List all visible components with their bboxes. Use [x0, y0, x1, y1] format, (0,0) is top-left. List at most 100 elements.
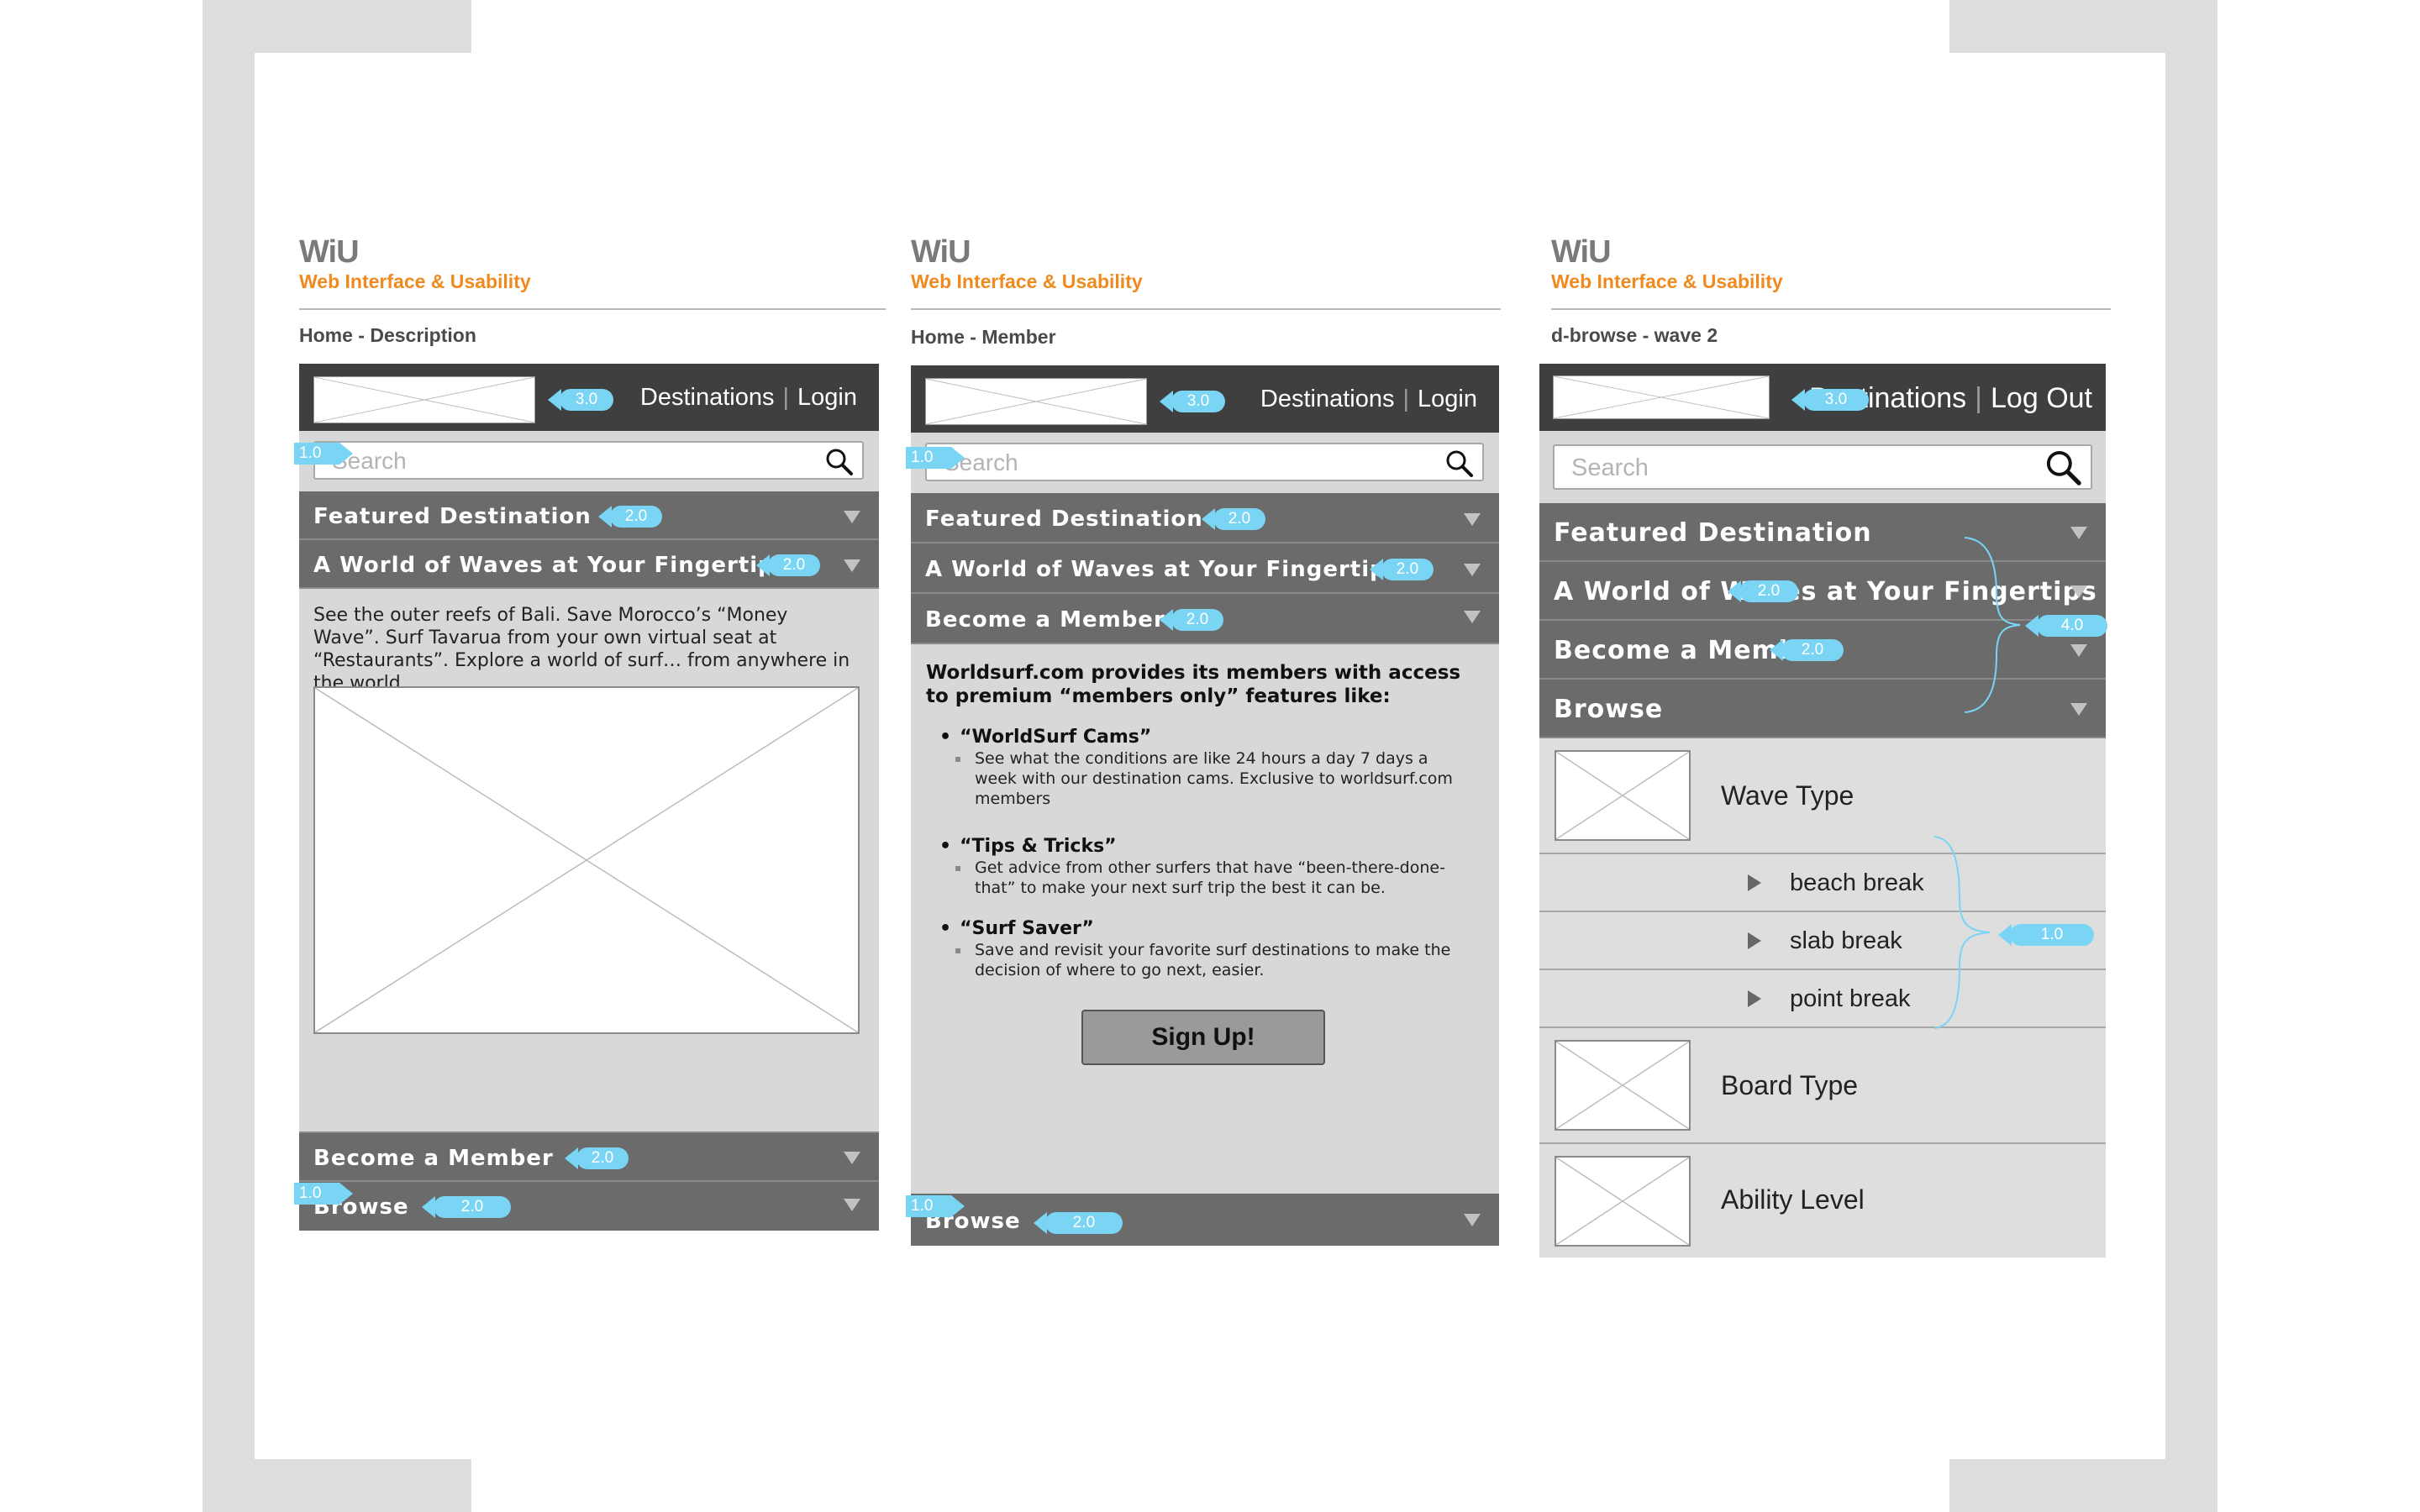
page-label: Home - Description — [299, 324, 476, 346]
search-icon[interactable] — [825, 448, 854, 476]
feature-title: “Tips & Tricks” — [939, 836, 1477, 858]
top-nav: Destinations | Login — [1260, 386, 1477, 413]
frame-left — [203, 0, 255, 1512]
accordion-featured-destination[interactable]: Featured Destination 2.0 — [299, 491, 879, 540]
annotation-tag: 1.0 — [294, 443, 353, 465]
annotation-tag: 2.0 — [1370, 559, 1434, 580]
chevron-down-icon — [844, 559, 860, 572]
browse-item-label: Wave Type — [1721, 780, 1854, 811]
annotation-tag: 1.0 — [1998, 924, 2094, 946]
search-input[interactable] — [332, 448, 770, 475]
wave-subtype-row[interactable]: beach break — [1539, 854, 2106, 912]
chevron-down-icon — [2070, 585, 2087, 598]
logo-x-icon — [314, 377, 534, 423]
annotation-tag: 2.0 — [565, 1147, 629, 1169]
header-rule — [911, 308, 1501, 310]
phone-screen: Destinations|Log Out 3.0 Featured Destin… — [1539, 364, 2106, 1257]
board-type-thumbnail — [1555, 1040, 1691, 1131]
accordion-browse[interactable]: Browse 2.0 — [299, 1182, 879, 1231]
annotation-tag: 2.0 — [1034, 1212, 1123, 1234]
logo-placeholder[interactable] — [1553, 375, 1770, 419]
logo-placeholder[interactable] — [925, 378, 1147, 425]
brand-title: WiU — [299, 234, 360, 270]
annotation-tag: 2.0 — [1202, 508, 1265, 530]
feature-desc: See what the conditions are like 24 hour… — [955, 748, 1462, 809]
nav-separator: | — [1975, 382, 1983, 414]
page-label: Home - Member — [911, 326, 1056, 348]
nav-destinations-link[interactable]: Destinations — [640, 384, 775, 411]
search-row — [911, 433, 1499, 493]
accordion-become-member[interactable]: Become a Member 2.0 — [911, 594, 1499, 644]
annotation-tag: 1.0 — [294, 1183, 353, 1205]
sign-up-button[interactable]: Sign Up! — [1081, 1010, 1325, 1065]
annotation-tag: 4.0 — [2025, 615, 2107, 637]
accordion-featured-destination[interactable]: Featured Destination 2.0 — [911, 493, 1499, 543]
image-x-icon — [1556, 1042, 1689, 1129]
search-icon[interactable] — [2045, 449, 2082, 486]
annotation-tag: 2.0 — [756, 554, 820, 576]
feature-item: “Surf Saver” Save and revisit your favor… — [939, 918, 1477, 980]
logo-placeholder[interactable] — [313, 376, 535, 423]
ability-level-thumbnail — [1555, 1156, 1691, 1247]
browse-item-board-type[interactable]: Board Type — [1539, 1028, 2106, 1144]
image-x-icon — [1556, 752, 1689, 839]
phone-screen: 3.0 Destinations | Login Featured Destinat… — [911, 365, 1499, 1246]
search-box — [925, 443, 1484, 481]
annotation-tag: 2.0 — [422, 1196, 511, 1218]
nav-separator: | — [1402, 386, 1410, 412]
phone-screen: 3.0 Destinations | Login Featured Destinat… — [299, 364, 879, 1231]
accordion-label: A World of Waves at Your Fingertips — [313, 553, 789, 578]
play-arrow-icon — [1748, 990, 1761, 1007]
top-nav: Destinations | Login — [640, 384, 857, 412]
accordion-label: Become a Member — [925, 607, 1165, 633]
brand-subtitle: Web Interface & Usability — [299, 270, 531, 292]
accordion-become-member[interactable]: Become a Member 2.0 — [299, 1131, 879, 1182]
annotation-tag: 2.0 — [1770, 639, 1844, 661]
brand-block: WiU Web Interface & Usability — [911, 235, 1143, 294]
search-input[interactable] — [1571, 454, 2001, 481]
top-bar: Destinations | Log Out 3.0 — [1539, 364, 2106, 431]
frame-right — [2165, 0, 2217, 1512]
accordion-label: Featured Destination — [925, 507, 1203, 532]
feature-item: “Tips & Tricks” Get advice from other su… — [939, 836, 1477, 898]
nav-login-link[interactable]: Login — [1418, 386, 1477, 412]
search-row — [1539, 431, 2106, 503]
feature-title: “WorldSurf Cams” — [939, 727, 1477, 748]
chevron-down-icon — [844, 1152, 860, 1164]
chevron-down-icon — [1464, 564, 1481, 576]
feature-item: “WorldSurf Cams” See what the conditions… — [939, 727, 1477, 809]
annotation-tag: 1.0 — [906, 1195, 965, 1217]
annotation-tag: 1.0 — [906, 447, 965, 469]
chevron-down-icon — [1464, 513, 1481, 526]
wave-subtype-label: point break — [1790, 985, 1911, 1012]
nav-separator: | — [782, 384, 790, 411]
header-rule — [1551, 308, 2111, 310]
search-box — [313, 441, 864, 480]
nav-destinations-link[interactable]: Destinations — [1260, 386, 1395, 412]
wave-subtype-label: slab break — [1790, 927, 1902, 954]
annotation-tag: 2.0 — [598, 506, 662, 528]
accordion-world-of-waves[interactable]: A World of Waves at Your Fingertips 2.0 — [299, 540, 879, 589]
nav-login-link[interactable]: Login — [797, 384, 857, 411]
world-description: See the outer reefs of Bali. Save Morocc… — [313, 605, 850, 694]
browse-item-wave-type[interactable]: Wave Type — [1539, 738, 2106, 854]
wave-subtype-row[interactable]: point break — [1539, 970, 2106, 1028]
annotation-tag: 3.0 — [1791, 389, 1869, 411]
chevron-down-icon — [2070, 527, 2087, 539]
chevron-down-icon — [2070, 703, 2087, 716]
brand-subtitle: Web Interface & Usability — [911, 270, 1143, 292]
annotation-tag: 2.0 — [1728, 580, 1798, 602]
accordion-label: A World of Waves at Your Fingertips — [925, 557, 1401, 582]
browse-item-label: Board Type — [1721, 1070, 1859, 1100]
search-input[interactable] — [944, 449, 1388, 476]
browse-item-ability-level[interactable]: Ability Level — [1539, 1144, 2106, 1257]
accordion-world-of-waves[interactable]: A World of Waves at Your Fingertips 2.0 — [911, 543, 1499, 594]
brace-wave-subtypes — [1933, 836, 1991, 1029]
accordion-browse[interactable]: Browse 2.0 — [911, 1194, 1499, 1246]
frame-top-left — [203, 0, 471, 53]
accordion-label: Become a Member — [313, 1146, 554, 1171]
search-icon[interactable] — [1445, 449, 1474, 478]
accordion-label: Browse — [1554, 695, 1664, 724]
accordion-label: Featured Destination — [1554, 518, 1872, 548]
nav-logout-link[interactable]: Log Out — [1991, 382, 2092, 414]
